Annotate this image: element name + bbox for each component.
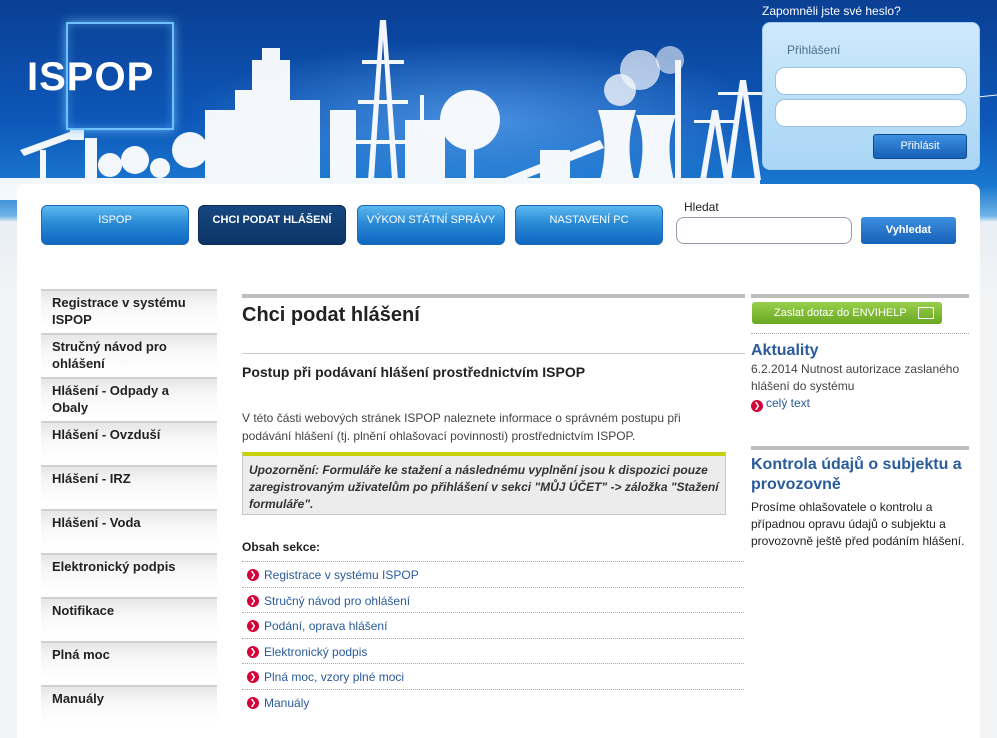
control-heading[interactable]: Kontrola údajů o subjektu a provozovně	[751, 455, 973, 495]
main-divider	[242, 353, 745, 354]
message-icon	[918, 307, 934, 319]
news-more-link[interactable]: ❯ celý text	[751, 396, 810, 412]
sidebar-item-voda[interactable]: Hlášení - Voda	[41, 509, 217, 549]
toc-item-manualy[interactable]: ❯ Manuály	[242, 689, 744, 715]
envihelp-label: Zaslat dotaz do ENVIHELP	[774, 307, 907, 319]
chevron-right-icon: ❯	[247, 697, 259, 709]
control-text: Prosíme ohlašovatele o kontrolu a případ…	[751, 500, 965, 548]
news-divider	[751, 333, 969, 334]
forgot-password-link[interactable]: Zapomněli jste své heslo?	[762, 4, 901, 18]
sidebar-item-odpady-obaly[interactable]: Hlášení - Odpady a Obaly	[41, 377, 217, 417]
main-title-bar	[242, 294, 745, 298]
login-box: Přihlášení Přihlásit	[762, 22, 980, 170]
nav-tab-ispop[interactable]: ISPOP	[41, 205, 189, 245]
login-username-input[interactable]	[775, 67, 967, 95]
sidebar-item-notifikace[interactable]: Notifikace	[41, 597, 217, 637]
logo[interactable]: ISPOP	[27, 55, 154, 100]
toc-item-label[interactable]: Plná moc, vzory plné moci	[264, 670, 404, 684]
page-subtitle: Postup při podávaní hlášení prostřednict…	[242, 364, 586, 380]
toc-item-plna-moc[interactable]: ❯ Plná moc, vzory plné moci	[242, 663, 744, 689]
news-heading[interactable]: Aktuality	[751, 341, 819, 361]
news-text: 6.2.2014 Nutnost autorizace zaslaného hl…	[751, 362, 960, 393]
search-input[interactable]	[676, 217, 852, 244]
sidebar-item-elektronicky-podpis[interactable]: Elektronický podpis	[41, 553, 217, 593]
page-title: Chci podat hlášení	[242, 304, 420, 326]
toc-item-label[interactable]: Registrace v systému ISPOP	[264, 568, 419, 582]
search-label: Hledat	[684, 200, 719, 214]
toc-item-label[interactable]: Manuály	[264, 696, 309, 710]
right-middle-bar	[751, 446, 969, 450]
toc-item-podani-oprava[interactable]: ❯ Podání, oprava hlášení	[242, 612, 744, 638]
nav-tab-nastaveni-pc[interactable]: NASTAVENÍ PC	[515, 205, 663, 245]
login-button[interactable]: Přihlásit	[873, 134, 967, 159]
chevron-right-icon: ❯	[247, 569, 259, 581]
envihelp-button[interactable]: Zaslat dotaz do ENVIHELP	[752, 302, 942, 324]
toc-item-label[interactable]: Podání, oprava hlášení	[264, 619, 387, 633]
sidebar-item-plna-moc[interactable]: Plná moc	[41, 641, 217, 681]
login-title: Přihlášení	[787, 43, 841, 57]
search-button[interactable]: Vyhledat	[861, 217, 956, 244]
toc-item-strucny-navod[interactable]: ❯ Stručný návod pro ohlášení	[242, 587, 744, 613]
right-top-bar	[751, 294, 969, 298]
toc-item-elektronicky-podpis[interactable]: ❯ Elektronický podpis	[242, 638, 744, 664]
chevron-right-icon: ❯	[247, 671, 259, 683]
nav-tab-chci-podat-hlaseni[interactable]: CHCI PODAT HLÁŠENÍ	[198, 205, 346, 245]
toc-item-registrace[interactable]: ❯ Registrace v systému ISPOP	[242, 561, 744, 587]
sidebar-item-irz[interactable]: Hlášení - IRZ	[41, 465, 217, 505]
contents-heading: Obsah sekce:	[242, 540, 321, 554]
warning-box: Upozornění: Formuláře ke stažení a násle…	[242, 452, 726, 515]
sidebar-item-registrace[interactable]: Registrace v systému ISPOP	[41, 289, 217, 329]
toc-item-label[interactable]: Stručný návod pro ohlášení	[264, 594, 410, 608]
nav-tab-vykon-statni-spravy[interactable]: VÝKON STÁTNÍ SPRÁVY	[357, 205, 505, 245]
chevron-right-icon: ❯	[247, 620, 259, 632]
sidebar-item-ovzdusi[interactable]: Hlášení - Ovzduší	[41, 421, 217, 461]
toc-item-label[interactable]: Elektronický podpis	[264, 645, 367, 659]
sidebar-item-manualy[interactable]: Manuály	[41, 685, 217, 725]
sidebar-item-strucny-navod[interactable]: Stručný návod pro ohlášení	[41, 333, 217, 373]
chevron-right-icon: ❯	[247, 646, 259, 658]
chevron-right-icon: ❯	[247, 595, 259, 607]
login-password-input[interactable]	[775, 99, 967, 127]
chevron-right-icon: ❯	[751, 400, 763, 412]
news-more-label[interactable]: celý text	[766, 396, 810, 410]
intro-text: V této části webových stránek ISPOP nale…	[242, 411, 681, 443]
